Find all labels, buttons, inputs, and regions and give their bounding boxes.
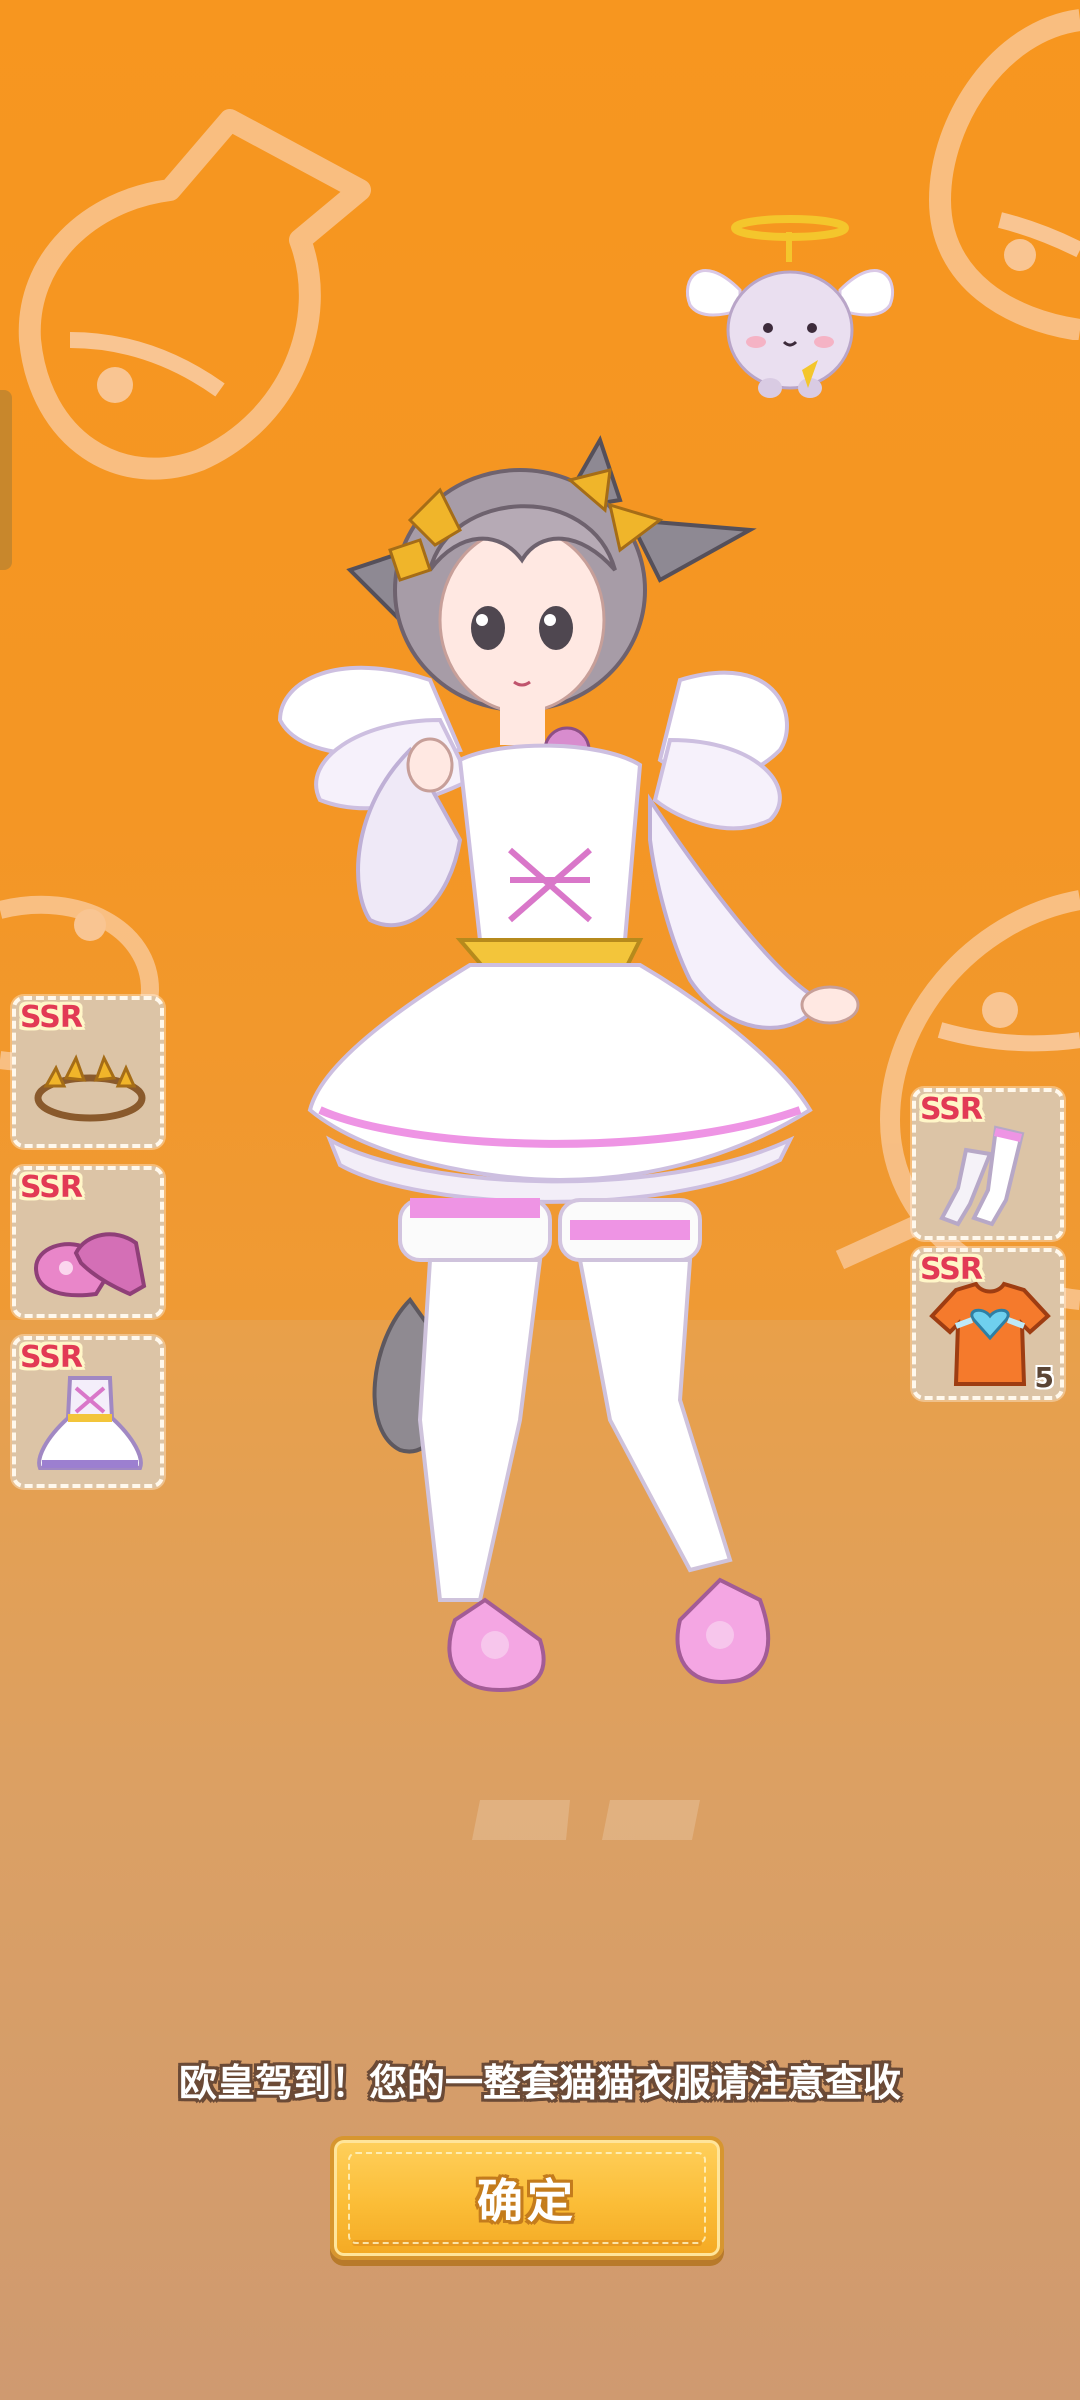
angel-cat-pet	[685, 215, 895, 398]
confirm-button[interactable]: 确定	[330, 2136, 724, 2260]
item-count: 5	[1034, 1361, 1054, 1394]
item-card-stockings[interactable]: SSR	[912, 1088, 1064, 1240]
button-underline	[352, 2240, 702, 2246]
rarity-label: SSR	[20, 1170, 83, 1205]
fish-decoration-icon	[18, 109, 371, 480]
confirm-button-label: 确定	[477, 2174, 577, 2228]
item-card-orange-tshirt[interactable]: SSR 5	[912, 1248, 1064, 1400]
item-card-laurel-crown[interactable]: SSR	[12, 996, 164, 1148]
side-tab-handle[interactable]	[0, 390, 12, 570]
angel-dress-icon	[37, 1376, 143, 1470]
fish-decoration-icon	[928, 9, 1080, 340]
item-card-mary-jane-shoes[interactable]: SSR	[12, 1166, 164, 1318]
rarity-label: SSR	[920, 1252, 983, 1287]
reward-message: 欧皇驾到！您的一整套猫猫衣服请注意查收	[178, 2061, 901, 2105]
mary-jane-shoes-icon	[33, 1232, 147, 1298]
item-card-angel-dress[interactable]: SSR	[12, 1336, 164, 1488]
stockings-icon	[939, 1125, 1025, 1227]
laurel-crown-icon	[34, 1054, 146, 1122]
rarity-label: SSR	[920, 1092, 983, 1127]
rarity-label: SSR	[20, 1000, 83, 1035]
angel-cat-girl-character	[277, 435, 860, 1840]
rarity-label: SSR	[20, 1340, 83, 1375]
